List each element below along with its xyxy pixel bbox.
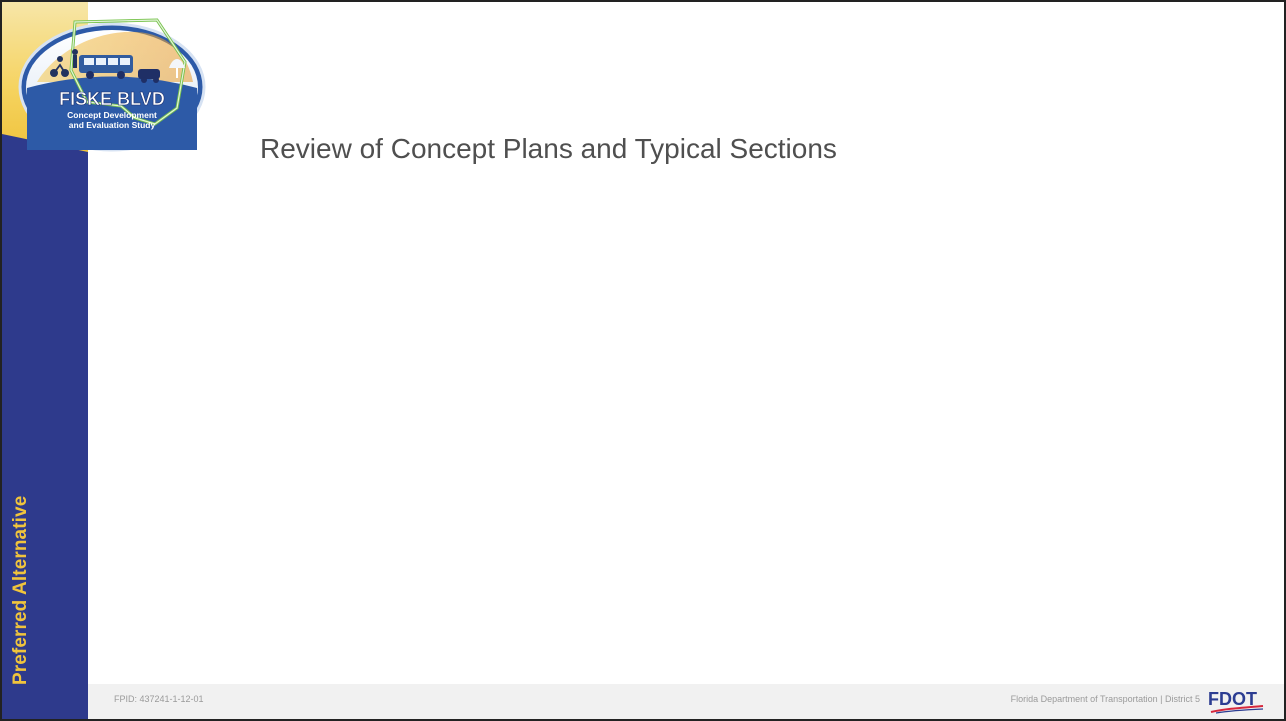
logo-title: FISKE BLVD — [59, 89, 165, 109]
fiske-blvd-logo: FISKE BLVD Concept Development and Evalu… — [18, 18, 206, 152]
logo-subtitle-line1: Concept Development — [67, 110, 157, 120]
fdot-swoosh-icon — [1210, 705, 1264, 714]
slide-title: Review of Concept Plans and Typical Sect… — [260, 133, 837, 164]
logo-subtitle-line2: and Evaluation Study — [69, 120, 156, 130]
footer-department: Florida Department of Transportation | D… — [1010, 694, 1200, 704]
vertical-section-title: Preferred Alternative — [10, 495, 31, 685]
footer-fpid: FPID: 437241-1-12-01 — [114, 694, 204, 704]
footer: FPID: 437241-1-12-01 Florida Department … — [88, 684, 1284, 719]
fdot-logo: FDOT — [1208, 689, 1264, 715]
slide: Preferred Alternative FISKE BLVD Concept… — [0, 0, 1286, 721]
